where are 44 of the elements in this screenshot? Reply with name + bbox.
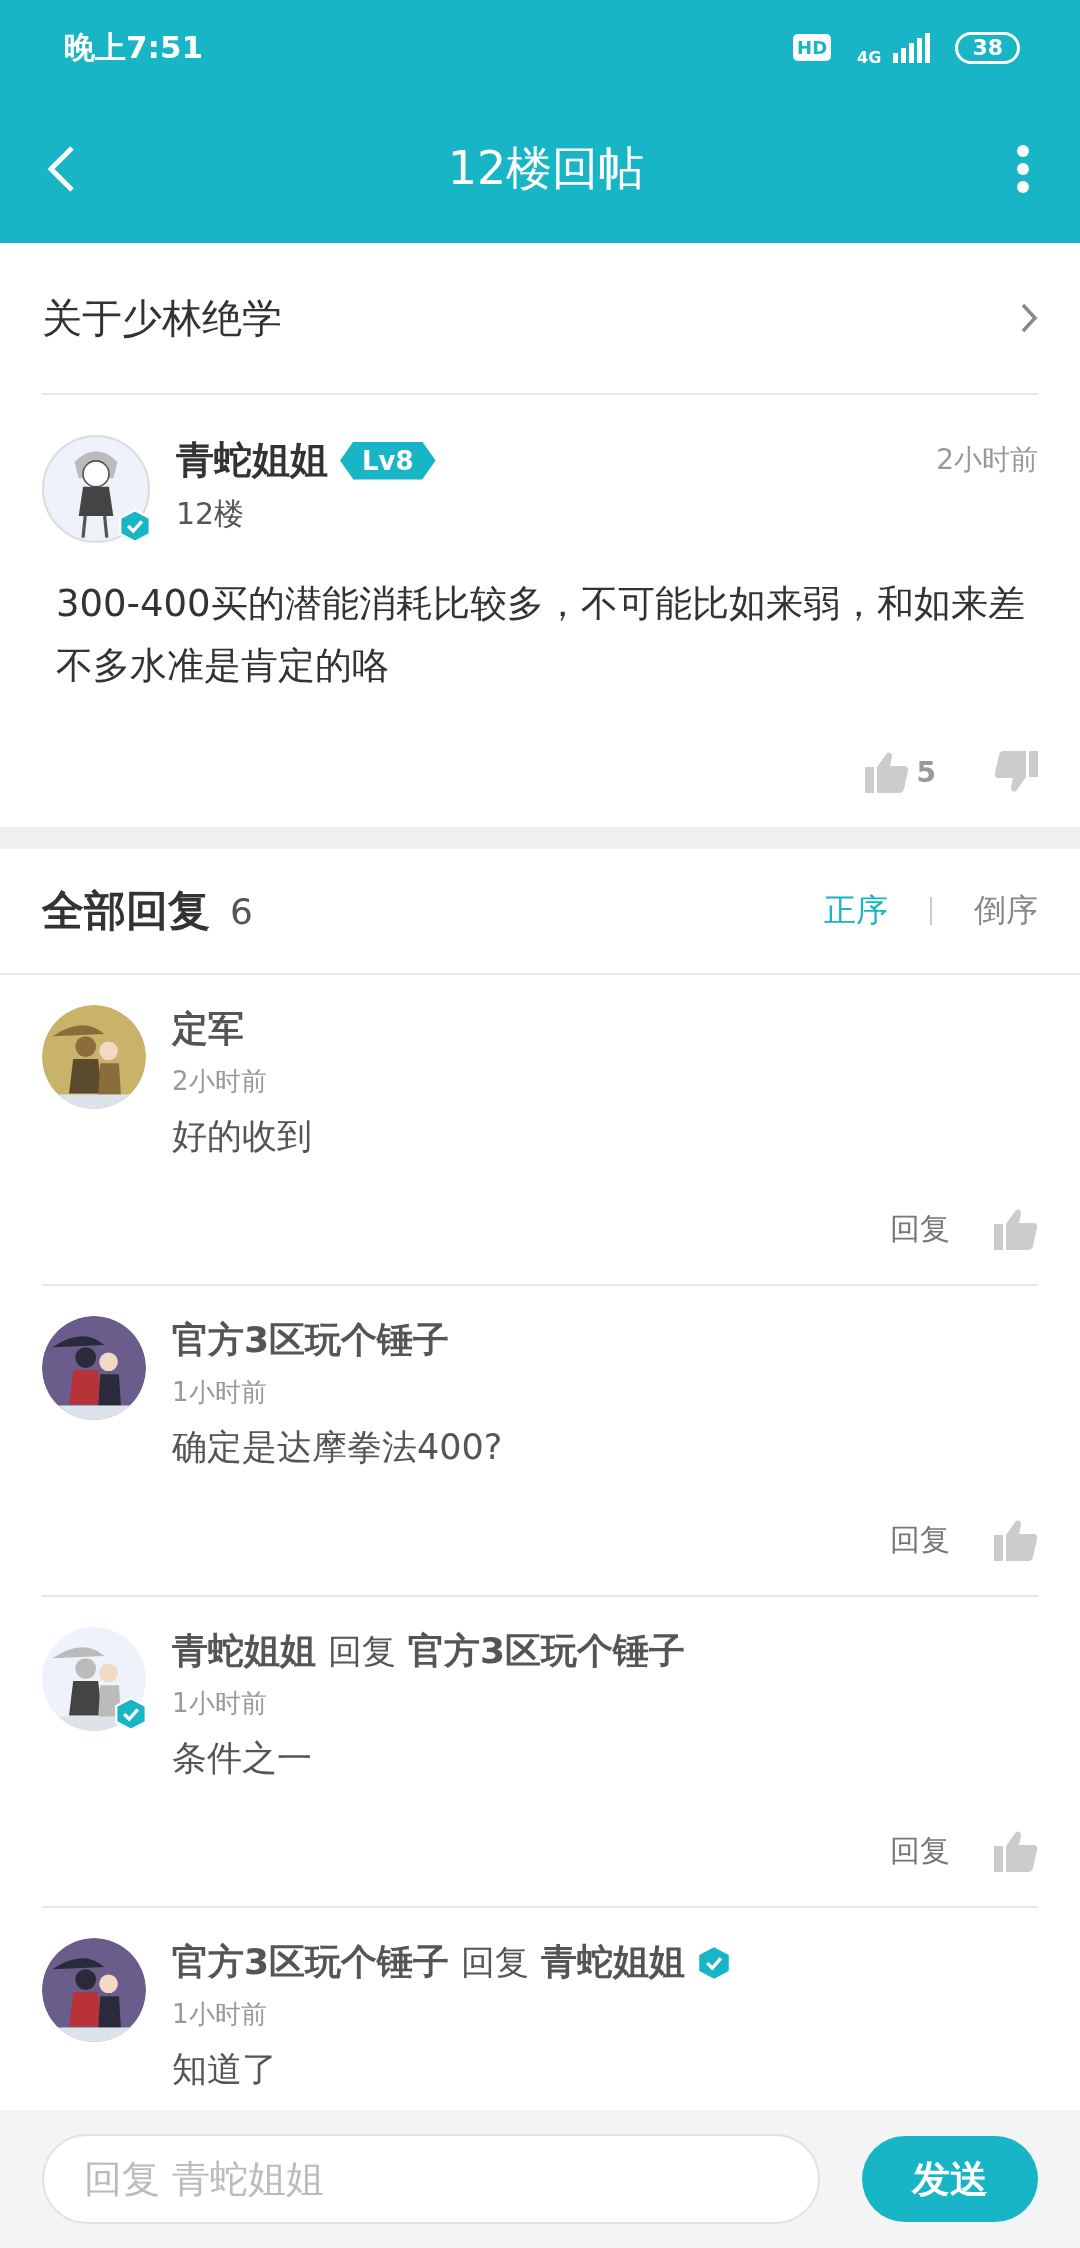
like-count: 5 xyxy=(916,755,936,789)
comment-time: 1小时前 xyxy=(172,1376,267,1409)
thumbs-up-icon[interactable] xyxy=(994,1208,1038,1250)
thumbs-up-icon[interactable] xyxy=(994,1519,1038,1561)
more-icon[interactable] xyxy=(1016,144,1030,194)
post-time: 2小时前 xyxy=(936,442,1038,478)
floor-number: 12楼 xyxy=(176,495,246,533)
status-time: 晚上7:51 xyxy=(64,27,204,67)
thumbs-up-icon[interactable] xyxy=(994,1830,1038,1872)
comment-time: 1小时前 xyxy=(172,1687,267,1720)
reply-link[interactable]: 回复 xyxy=(890,1519,950,1561)
network-label: 4G xyxy=(857,48,882,67)
battery-icon: 38 xyxy=(955,31,1020,64)
comment-text: 知道了 xyxy=(172,2048,277,2091)
hd-icon: HD xyxy=(793,34,832,61)
comment-time: 1小时前 xyxy=(172,1998,267,2031)
reply-count: 6 xyxy=(230,890,253,932)
commenter-name[interactable]: 官方3区玩个锤子 xyxy=(172,1316,450,1365)
reply-target-name[interactable]: 官方3区玩个锤子 xyxy=(408,1627,686,1676)
level-badge: Lv8 xyxy=(340,441,436,480)
signal-icon xyxy=(891,32,932,63)
author-name[interactable]: 青蛇姐姐 xyxy=(176,435,328,486)
thumbs-down-icon[interactable] xyxy=(994,751,1038,793)
reply-word: 回复 xyxy=(328,1629,396,1673)
page-title: 12楼回帖 xyxy=(447,140,645,197)
reply-link[interactable]: 回复 xyxy=(890,1208,950,1250)
thumbs-up-icon[interactable] xyxy=(864,751,909,793)
reply-target-name[interactable]: 青蛇姐姐 xyxy=(541,1938,686,1987)
commenter-name[interactable]: 青蛇姐姐 xyxy=(172,1627,316,1676)
commenter-name[interactable]: 官方3区玩个锤子 xyxy=(172,1938,450,1987)
back-icon[interactable] xyxy=(46,145,76,193)
comment-text: 条件之一 xyxy=(172,1737,312,1780)
chevron-right-icon[interactable] xyxy=(1020,302,1038,334)
comment-text: 确定是达摩拳法400? xyxy=(172,1426,503,1469)
comment-time: 2小时前 xyxy=(172,1065,267,1098)
reply-link[interactable]: 回复 xyxy=(890,1830,950,1872)
replies-title: 全部回复 xyxy=(42,885,210,937)
reply-word: 回复 xyxy=(461,1940,530,1984)
post-text: 300-400买的潜能消耗比较多，不可能比如来弱，和如来差不多水准是肯定的咯 xyxy=(56,581,1026,689)
comment-text: 好的收到 xyxy=(172,1115,312,1158)
sort-tab[interactable]: 倒序 xyxy=(974,889,1038,933)
reply-input[interactable]: 回复 青蛇姐姐 xyxy=(42,2134,820,2224)
commenter-name[interactable]: 定军 xyxy=(172,1005,244,1054)
topic-title[interactable]: 关于少林绝学 xyxy=(42,290,282,346)
